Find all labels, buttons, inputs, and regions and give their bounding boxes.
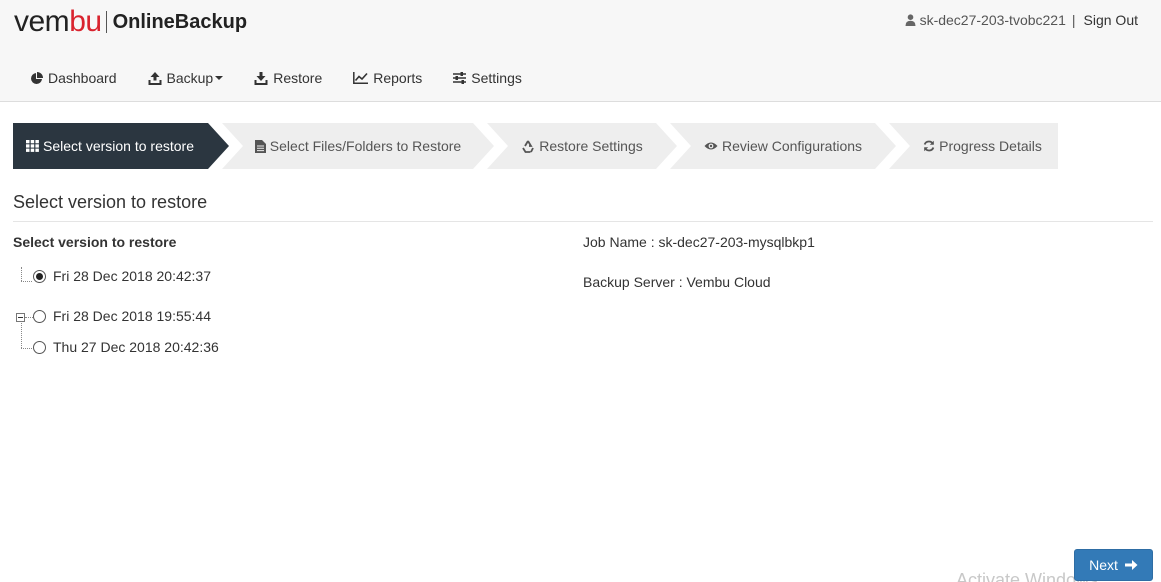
step-select-version[interactable]: Select version to restore [13, 123, 229, 169]
versions-heading: Select version to restore [13, 234, 177, 250]
nav-reports-label: Reports [373, 70, 423, 86]
page-title: Select version to restore [13, 192, 208, 212]
main-nav: Dashboard Backup Restore Reports Setting… [30, 70, 553, 86]
pie-chart-icon [31, 71, 43, 84]
tree-connector [21, 281, 32, 282]
nav-backup-label: Backup [166, 70, 214, 86]
download-icon [254, 71, 268, 85]
logo-wordmark: vembu [14, 5, 102, 38]
arrow-right-icon [1124, 560, 1138, 570]
step-label: Restore Settings [539, 138, 643, 154]
collapse-icon[interactable] [16, 313, 25, 322]
refresh-icon [923, 140, 935, 152]
nav-dashboard-label: Dashboard [48, 70, 117, 86]
version-row[interactable]: Thu 27 Dec 2018 20:42:36 [33, 339, 219, 355]
eye-icon [704, 142, 718, 150]
version-label: Fri 28 Dec 2018 20:42:37 [53, 268, 211, 284]
nav-settings[interactable]: Settings [453, 70, 522, 86]
tree-connector [21, 267, 22, 281]
nav-restore[interactable]: Restore [254, 70, 322, 86]
step-review-configurations[interactable]: Review Configurations [670, 123, 896, 169]
step-restore-settings[interactable]: Restore Settings [487, 123, 677, 169]
sign-out-link[interactable]: Sign Out [1084, 12, 1138, 28]
restore-wizard-steps: Select version to restore Select Files/F… [13, 123, 1063, 169]
next-button[interactable]: Next [1074, 549, 1153, 581]
logo-divider [105, 11, 107, 33]
app-header: vembu OnlineBackup sk-dec27-203-tvobc221… [0, 0, 1161, 102]
chevron-down-icon [215, 76, 224, 80]
user-area: sk-dec27-203-tvobc221 | Sign Out [905, 12, 1138, 28]
version-row[interactable]: Fri 28 Dec 2018 20:42:37 [33, 268, 211, 284]
version-label: Fri 28 Dec 2018 19:55:44 [53, 308, 211, 324]
sliders-icon [453, 72, 467, 84]
backup-server: Backup Server : Vembu Cloud [583, 274, 771, 290]
step-select-files[interactable]: Select Files/Folders to Restore [222, 123, 494, 169]
user-icon [905, 14, 916, 26]
username: sk-dec27-203-tvobc221 [919, 12, 1066, 28]
next-button-label: Next [1089, 557, 1118, 573]
version-row[interactable]: Fri 28 Dec 2018 19:55:44 [33, 308, 211, 324]
step-label: Select Files/Folders to Restore [269, 138, 462, 154]
job-name: Job Name : sk-dec27-203-mysqlbkp1 [583, 234, 815, 250]
file-icon [254, 139, 266, 153]
nav-settings-label: Settings [471, 70, 522, 86]
version-radio[interactable] [33, 340, 46, 354]
vembu-logo: vembu OnlineBackup [14, 4, 247, 40]
nav-backup[interactable]: Backup [148, 70, 224, 86]
divider [13, 221, 1153, 222]
recycle-icon [522, 140, 535, 153]
version-radio[interactable] [33, 309, 46, 323]
grid-icon [26, 140, 39, 152]
nav-reports[interactable]: Reports [353, 70, 422, 86]
step-label: Progress Details [939, 138, 1042, 154]
version-radio[interactable] [33, 269, 46, 283]
step-label: Select version to restore [43, 138, 194, 154]
tree-connector [21, 348, 32, 349]
nav-restore-label: Restore [273, 70, 323, 86]
step-label: Review Configurations [721, 138, 863, 154]
tree-connector [21, 323, 22, 348]
nav-dashboard[interactable]: Dashboard [30, 70, 117, 86]
version-label: Thu 27 Dec 2018 20:42:36 [53, 339, 219, 355]
step-progress-details[interactable]: Progress Details [889, 123, 1058, 169]
line-chart-icon [353, 72, 369, 84]
user-separator: | [1071, 12, 1076, 28]
tree-connector [25, 317, 33, 318]
product-name: OnlineBackup [112, 11, 248, 33]
upload-icon [148, 71, 161, 85]
